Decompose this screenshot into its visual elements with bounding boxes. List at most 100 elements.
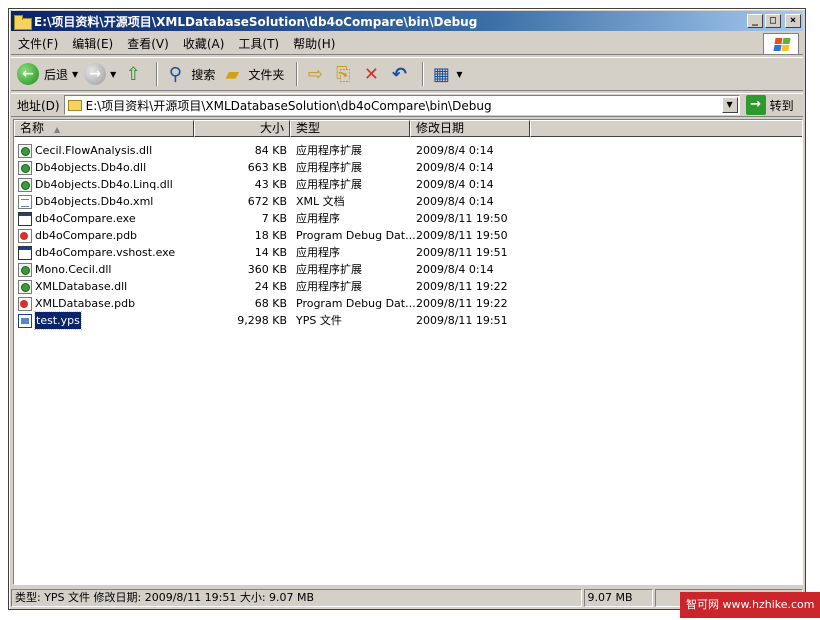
exe-file-icon: [18, 245, 32, 260]
file-size: 14 KB: [254, 246, 287, 259]
menu-view[interactable]: 查看(V): [120, 35, 176, 52]
menu-help[interactable]: 帮助(H): [286, 35, 342, 52]
search-icon: ⚲: [168, 63, 182, 85]
file-type: 应用程序: [296, 246, 340, 259]
file-row[interactable]: db4oCompare.exe 7 KB 应用程序 2009/8/11 19:50: [14, 210, 794, 227]
dll-file-icon: [18, 160, 32, 175]
toolbar-separator: [422, 62, 425, 86]
go-arrow-icon: →: [745, 95, 766, 115]
back-button[interactable]: ← 后退 ▼: [17, 63, 78, 85]
address-input[interactable]: E:\项目资料\开源项目\XMLDatabaseSolution\db4oCom…: [63, 95, 740, 115]
maximize-button[interactable]: □: [765, 14, 781, 28]
yps-file-icon: [18, 313, 32, 328]
dll-file-icon: [18, 279, 32, 294]
views-button[interactable]: ▦ ▼: [430, 63, 463, 85]
file-size: 663 KB: [247, 161, 287, 174]
forward-arrow-icon: →: [84, 63, 107, 85]
file-type: 应用程序扩展: [296, 144, 362, 157]
file-row[interactable]: XMLDatabase.pdb 68 KB Program Debug Dat...…: [14, 295, 794, 312]
file-size: 84 KB: [254, 144, 287, 157]
search-label: 搜索: [191, 67, 216, 82]
forward-dropdown-icon[interactable]: ▼: [110, 70, 116, 79]
back-dropdown-icon[interactable]: ▼: [72, 70, 78, 79]
file-name: Db4objects.Db4o.dll: [35, 161, 147, 174]
folder-icon: [67, 99, 82, 111]
up-button[interactable]: ⇧: [122, 63, 144, 85]
file-list[interactable]: 名称 ▲ 大小 类型 修改日期 Cecil.FlowAnalysis.dll 84 …: [13, 119, 803, 585]
file-date: 2009/8/4 0:14: [416, 263, 494, 276]
file-row[interactable]: Db4objects.Db4o.Linq.dll 43 KB 应用程序扩展 2009/…: [14, 176, 794, 193]
delete-button[interactable]: ✕: [360, 63, 382, 85]
file-name-cell[interactable]: db4oCompare.pdb: [18, 227, 137, 244]
file-name-cell[interactable]: Cecil.FlowAnalysis.dll: [18, 142, 152, 159]
address-dropdown-icon[interactable]: ▼: [721, 97, 738, 113]
file-name-cell[interactable]: XMLDatabase.dll: [18, 278, 127, 295]
delete-icon: ✕: [363, 63, 379, 85]
column-header-date[interactable]: 修改日期: [410, 120, 530, 137]
undo-button[interactable]: ↶: [388, 63, 410, 85]
file-name: XMLDatabase.pdb: [35, 297, 136, 310]
title-bar[interactable]: E:\项目资料\开源项目\XMLDatabaseSolution\db4oCom…: [11, 11, 803, 31]
file-date: 2009/8/11 19:22: [416, 280, 508, 293]
file-name: Db4objects.Db4o.xml: [35, 195, 154, 208]
file-name-cell[interactable]: db4oCompare.vshost.exe: [18, 244, 175, 261]
file-row[interactable]: test.yps 9,298 KB YPS 文件 2009/8/11 19:51: [14, 311, 794, 330]
file-name-cell[interactable]: db4oCompare.exe: [18, 210, 136, 227]
file-name-cell[interactable]: Db4objects.Db4o.xml: [18, 193, 153, 210]
xml-file-icon: [18, 194, 32, 209]
folders-button[interactable]: ▰ 文件夹: [221, 63, 284, 85]
copy-to-button[interactable]: ⎘: [332, 63, 354, 85]
toolbar: ← 后退 ▼ → ▼ ⇧ ⚲ 搜索 ▰ 文件夹 ⇨ ⎘ ✕ ↶ ▦ ▼: [11, 57, 803, 91]
file-name: Db4objects.Db4o.Linq.dll: [35, 178, 173, 191]
file-row[interactable]: db4oCompare.vshost.exe 14 KB 应用程序 2009/8/11…: [14, 244, 794, 261]
file-size: 18 KB: [254, 229, 287, 242]
file-name-cell[interactable]: Mono.Cecil.dll: [18, 261, 111, 278]
explorer-window: E:\项目资料\开源项目\XMLDatabaseSolution\db4oCom…: [8, 8, 806, 610]
window-controls: _ □ ×: [747, 14, 801, 28]
menu-file[interactable]: 文件(F): [11, 35, 65, 52]
menu-edit[interactable]: 编辑(E): [65, 35, 120, 52]
file-date: 2009/8/11 19:51: [416, 246, 508, 259]
file-name-cell[interactable]: test.yps: [18, 311, 82, 330]
file-name-cell[interactable]: XMLDatabase.pdb: [18, 295, 135, 312]
folders-label: 文件夹: [248, 67, 285, 82]
file-size: 672 KB: [247, 195, 287, 208]
close-button[interactable]: ×: [785, 14, 801, 28]
menu-tools[interactable]: 工具(T): [231, 35, 286, 52]
file-name: db4oCompare.exe: [35, 212, 136, 225]
file-row[interactable]: XMLDatabase.dll 24 KB 应用程序扩展 2009/8/11 19:2…: [14, 278, 794, 295]
menu-favorites[interactable]: 收藏(A): [176, 35, 232, 52]
forward-button[interactable]: → ▼: [84, 63, 116, 85]
exe-file-icon: [18, 211, 32, 226]
file-type: Program Debug Dat...: [296, 229, 416, 242]
file-date: 2009/8/11 19:50: [416, 212, 508, 225]
file-date: 2009/8/11 19:22: [416, 297, 508, 310]
file-size: 9,298 KB: [237, 314, 287, 327]
status-size: 9.07 MB: [583, 589, 654, 607]
move-to-button[interactable]: ⇨: [304, 63, 326, 85]
folder-icon: [14, 14, 32, 30]
column-header-size[interactable]: 大小: [194, 120, 290, 137]
file-date: 2009/8/4 0:14: [416, 195, 494, 208]
file-name-cell[interactable]: Db4objects.Db4o.Linq.dll: [18, 176, 173, 193]
file-type: XML 文档: [296, 195, 345, 208]
file-size: 7 KB: [261, 212, 287, 225]
file-name-cell[interactable]: Db4objects.Db4o.dll: [18, 159, 146, 176]
file-row[interactable]: db4oCompare.pdb 18 KB Program Debug Dat...…: [14, 227, 794, 244]
views-icon: ▦: [432, 63, 450, 85]
file-name: XMLDatabase.dll: [35, 280, 128, 293]
file-row[interactable]: Cecil.FlowAnalysis.dll 84 KB 应用程序扩展 2009/8/…: [14, 142, 794, 159]
file-size: 68 KB: [254, 297, 287, 310]
go-button[interactable]: → 转到: [745, 95, 794, 115]
minimize-button[interactable]: _: [747, 14, 763, 28]
file-row[interactable]: Mono.Cecil.dll 360 KB 应用程序扩展 2009/8/4 0:14: [14, 261, 794, 278]
dll-file-icon: [18, 177, 32, 192]
search-button[interactable]: ⚲ 搜索: [164, 63, 216, 85]
file-type: 应用程序扩展: [296, 280, 362, 293]
pdb-file-icon: [18, 228, 32, 243]
column-header-name[interactable]: 名称 ▲: [14, 120, 194, 137]
file-row[interactable]: Db4objects.Db4o.xml 672 KB XML 文档 2009/8/4 …: [14, 193, 794, 210]
column-header-type[interactable]: 类型: [290, 120, 410, 137]
file-row[interactable]: Db4objects.Db4o.dll 663 KB 应用程序扩展 2009/8/4 …: [14, 159, 794, 176]
dll-file-icon: [18, 143, 32, 158]
